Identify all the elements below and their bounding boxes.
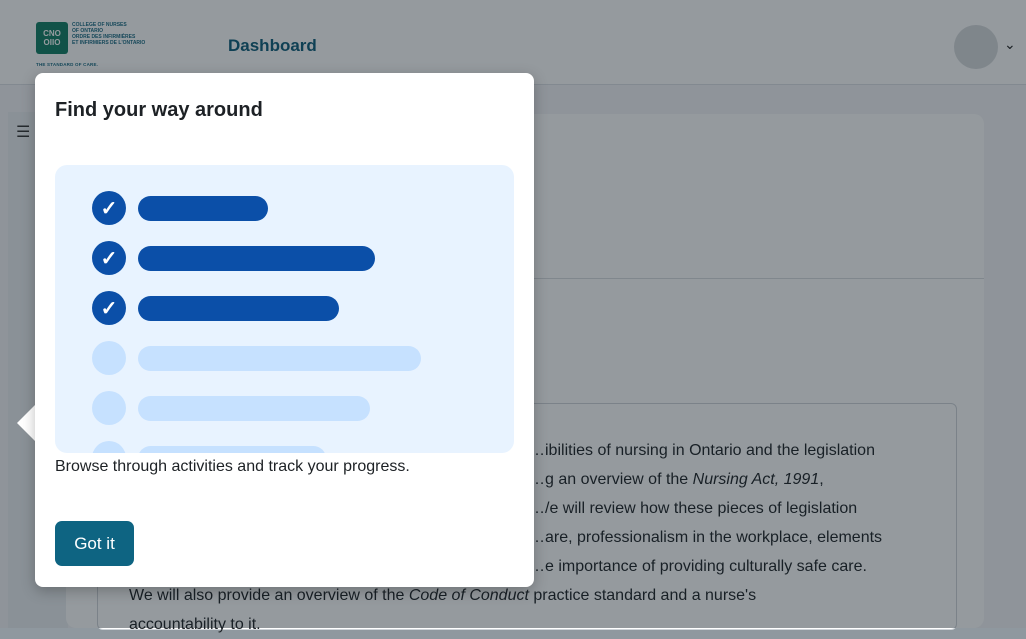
empty-circle-icon <box>92 341 126 375</box>
got-it-button[interactable]: Got it <box>55 521 134 566</box>
tour-title: Find your way around <box>55 99 263 121</box>
progress-bar <box>138 246 375 271</box>
progress-bar <box>138 446 326 453</box>
progress-bar <box>138 396 370 421</box>
progress-bar <box>138 196 268 221</box>
empty-circle-icon <box>92 391 126 425</box>
empty-circle-icon <box>92 441 126 453</box>
tour-body: Browse through activities and track your… <box>55 458 410 475</box>
check-circle-icon: ✓ <box>92 291 126 325</box>
progress-bar <box>138 346 421 371</box>
check-circle-icon: ✓ <box>92 191 126 225</box>
progress-illustration: ✓ ✓ ✓ <box>55 165 514 453</box>
progress-bar <box>138 296 339 321</box>
popover-arrow <box>17 404 36 442</box>
user-tour-popover: Find your way around ✓ ✓ ✓ Browse throug… <box>35 73 534 587</box>
check-circle-icon: ✓ <box>92 241 126 275</box>
